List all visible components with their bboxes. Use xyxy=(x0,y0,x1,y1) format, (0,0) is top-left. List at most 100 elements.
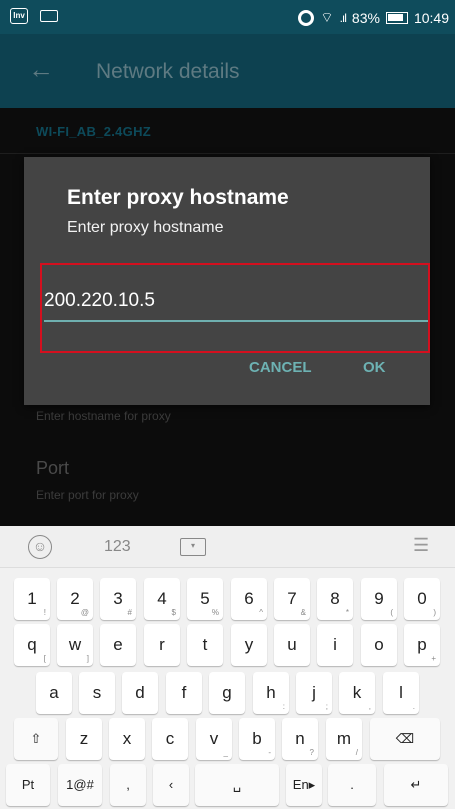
key-label: ⇧ xyxy=(30,731,42,746)
key-label: c xyxy=(165,729,175,748)
backspace-key[interactable]: ⌫ xyxy=(370,718,440,760)
key-a[interactable]: a xyxy=(36,672,72,714)
key-k[interactable]: k, xyxy=(339,672,375,714)
enter-key[interactable]: ↵ xyxy=(384,764,448,806)
back-arrow-icon[interactable]: ← xyxy=(28,54,54,85)
key-2[interactable]: 2 @ xyxy=(57,578,93,620)
ok-button[interactable]: OK xyxy=(363,359,386,376)
proxy-hostname-dialog: Enter proxy hostname Enter proxy hostnam… xyxy=(24,157,430,405)
key-label: t xyxy=(202,635,208,654)
key-c[interactable]: c xyxy=(152,718,188,760)
key-label: n xyxy=(295,729,305,748)
key-i[interactable]: i xyxy=(317,624,353,666)
key-q[interactable]: q[ xyxy=(14,624,50,666)
dialog-subtitle: Enter proxy hostname xyxy=(67,219,224,236)
period-key[interactable]: . xyxy=(328,764,376,806)
key-label: 6 xyxy=(244,589,254,608)
key-secondary-label: * xyxy=(345,608,349,617)
key-p[interactable]: p + xyxy=(404,624,440,666)
keyboard-hide-icon[interactable]: ▾ xyxy=(180,538,206,556)
symbols-key[interactable]: 1@# xyxy=(58,764,102,806)
key-s[interactable]: s xyxy=(79,672,115,714)
comma-key[interactable]: , xyxy=(110,764,146,806)
hostname-input[interactable] xyxy=(44,283,428,319)
key-secondary-label: ) xyxy=(433,608,436,617)
key-secondary-label: ] xyxy=(86,654,89,663)
status-bar: Inv ⌔ .ıl 83% 10:49 xyxy=(0,0,455,34)
divider xyxy=(0,153,455,154)
key-g[interactable]: g xyxy=(209,672,245,714)
key-label: w xyxy=(68,635,82,654)
cursor-left-key[interactable]: ‹ xyxy=(153,764,189,806)
key-label: q xyxy=(27,635,37,654)
soft-keyboard: ☺ 123 ▾ ☰ 1! 2 @3 #4 $5% 6 ^ 7 & 8 * 9(0) q[w] e r t y u i… xyxy=(0,526,455,809)
key-label: u xyxy=(287,635,297,654)
key-v[interactable]: v _ xyxy=(196,718,232,760)
key-label: b xyxy=(252,729,262,748)
key-z[interactable]: z xyxy=(66,718,102,760)
input-underline xyxy=(44,320,428,322)
key-0[interactable]: 0) xyxy=(404,578,440,620)
key-x[interactable]: x xyxy=(109,718,145,760)
key-4[interactable]: 4 $ xyxy=(144,578,180,620)
language-key[interactable]: Pt xyxy=(6,764,50,806)
key-6[interactable]: 6 ^ xyxy=(231,578,267,620)
key-label: ‹ xyxy=(168,777,174,792)
key-secondary-label: ( xyxy=(390,608,393,617)
key-secondary-label: ^ xyxy=(259,608,263,617)
key-label: ␣ xyxy=(232,777,242,792)
key-o[interactable]: o xyxy=(361,624,397,666)
key-n[interactable]: n? xyxy=(282,718,318,760)
key-9[interactable]: 9( xyxy=(361,578,397,620)
key-label: j xyxy=(312,683,316,702)
numbers-toggle[interactable]: 123 xyxy=(104,538,131,556)
key-y[interactable]: y xyxy=(231,624,267,666)
smiley-icon[interactable]: ☺ xyxy=(28,535,52,559)
signal-icon: .ıl xyxy=(339,11,347,25)
key-label: k xyxy=(352,683,362,702)
key-t[interactable]: t xyxy=(187,624,223,666)
key-5[interactable]: 5% xyxy=(187,578,223,620)
space-key[interactable]: ␣ xyxy=(195,764,279,806)
language-switch-key[interactable]: En▸ xyxy=(286,764,322,806)
key-label: , xyxy=(126,777,130,792)
key-h[interactable]: h: xyxy=(253,672,289,714)
key-secondary-label: . xyxy=(412,702,415,711)
key-m[interactable]: m / xyxy=(326,718,362,760)
keyboard-toolbar: ☺ 123 ▾ ☰ xyxy=(0,526,455,568)
key-label: 1@# xyxy=(66,777,94,792)
key-d[interactable]: d xyxy=(122,672,158,714)
key-label: 3 xyxy=(113,589,123,608)
key-secondary-label: _ xyxy=(223,748,228,757)
key-l[interactable]: l. xyxy=(383,672,419,714)
key-label: 0 xyxy=(417,589,427,608)
key-label: 7 xyxy=(287,589,297,608)
cancel-button[interactable]: CANCEL xyxy=(249,359,312,376)
key-3[interactable]: 3 # xyxy=(100,578,136,620)
key-label: z xyxy=(79,729,89,748)
port-label[interactable]: Port xyxy=(36,458,69,479)
key-7[interactable]: 7 & xyxy=(274,578,310,620)
shift-key[interactable]: ⇧ xyxy=(14,718,58,760)
key-secondary-label: , xyxy=(368,702,371,711)
port-hint: Enter port for proxy xyxy=(36,488,139,502)
key-secondary-label: / xyxy=(355,748,358,757)
key-u[interactable]: u xyxy=(274,624,310,666)
key-secondary-label: & xyxy=(300,608,306,617)
key-label: h xyxy=(266,683,276,702)
key-w[interactable]: w] xyxy=(57,624,93,666)
key-label: f xyxy=(181,683,187,702)
menu-icon[interactable]: ☰ xyxy=(413,535,429,556)
key-j[interactable]: j; xyxy=(296,672,332,714)
key-label: En▸ xyxy=(292,777,316,792)
key-label: ⌫ xyxy=(395,731,415,746)
key-f[interactable]: f xyxy=(166,672,202,714)
key-secondary-label: $ xyxy=(171,608,176,617)
key-r[interactable]: r xyxy=(144,624,180,666)
key-label: ↵ xyxy=(410,777,422,792)
key-e[interactable]: e xyxy=(100,624,136,666)
key-secondary-label: : xyxy=(282,702,285,711)
key-8[interactable]: 8 * xyxy=(317,578,353,620)
key-b[interactable]: b- xyxy=(239,718,275,760)
key-1[interactable]: 1! xyxy=(14,578,50,620)
